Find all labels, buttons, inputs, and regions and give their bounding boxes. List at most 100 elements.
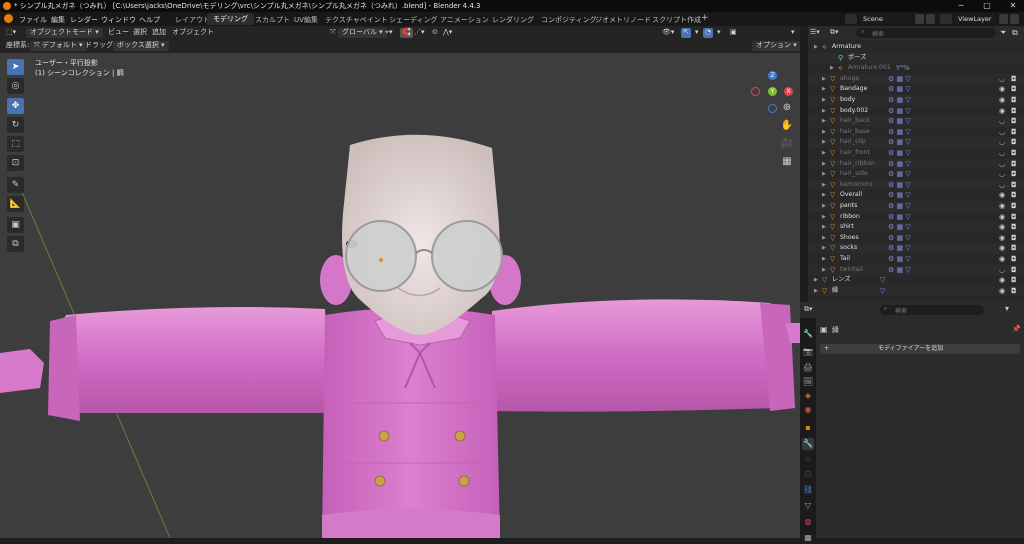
expand-arrow-icon[interactable]: ▶ bbox=[822, 233, 826, 243]
menu-window[interactable]: ウィンドウ bbox=[101, 15, 136, 25]
outliner-row[interactable]: ▶ ▽ hair_side ⚙ ▦ ▽ ◡ ◘ bbox=[808, 169, 1024, 180]
add-cube-tool[interactable]: ▣ bbox=[7, 217, 24, 233]
constraints-tab-icon[interactable]: ⛓ bbox=[802, 484, 814, 496]
outliner-editor-icon[interactable]: ☰▾ bbox=[810, 28, 820, 36]
expand-arrow-icon[interactable]: ▶ bbox=[822, 84, 826, 94]
render-camera-icon[interactable]: ◘ bbox=[1011, 116, 1017, 126]
display-mode-icon[interactable]: ⧉▾ bbox=[830, 28, 839, 37]
visibility-eye-icon[interactable]: ◡ bbox=[999, 127, 1005, 137]
expand-arrow-icon[interactable]: ▶ bbox=[822, 180, 826, 190]
gizmo-x[interactable]: X bbox=[784, 87, 793, 96]
expand-arrow-icon[interactable]: ▶ bbox=[822, 74, 826, 84]
particles-tab-icon[interactable]: ⁘ bbox=[802, 454, 814, 466]
outliner-row[interactable]: ▶ ▽ Bandage ⚙ ▦ ▽ ◉ ◘ bbox=[808, 84, 1024, 95]
outliner-row[interactable]: ▶ ▽ レンズ ▽ ◉ ◘ bbox=[808, 275, 1024, 286]
menu-view[interactable]: ビュー bbox=[106, 28, 131, 38]
outliner-row[interactable]: ▶ ▽ ribbon ⚙ ▦ ▽ ◉ ◘ bbox=[808, 212, 1024, 223]
menu-select[interactable]: 選択 bbox=[131, 28, 149, 38]
select-box-tool[interactable]: ➤ bbox=[7, 59, 24, 75]
properties-search-input[interactable]: ⌕ 検索 bbox=[880, 305, 984, 315]
expand-arrow-icon[interactable]: ▶ bbox=[822, 265, 826, 275]
measure-tool[interactable]: 📐 bbox=[7, 196, 24, 212]
add-modifier-button[interactable]: + モディファイアーを追加 bbox=[820, 344, 1020, 354]
expand-arrow-icon[interactable]: ▶ bbox=[822, 169, 826, 179]
pivot-icon[interactable]: ⌖▾ bbox=[383, 28, 394, 38]
expand-arrow-icon[interactable]: ▶ bbox=[822, 148, 826, 158]
data-tab-icon[interactable]: ▽ bbox=[802, 500, 814, 512]
expand-arrow-icon[interactable]: ▶ bbox=[814, 275, 818, 285]
new-collection-icon[interactable]: ⧉ bbox=[1012, 28, 1018, 38]
outliner-row[interactable]: ▶ ▽ kemomimi ⚙ ▦ ▽ ◡ ◘ bbox=[808, 179, 1024, 191]
tab-uv-editing[interactable]: UV編集 bbox=[294, 15, 318, 25]
outliner-row[interactable]: ▶ ▽ Tail ⚙ ▦ ▽ ◉ ◘ bbox=[808, 254, 1024, 265]
gizmo-z[interactable]: Z bbox=[768, 71, 777, 80]
object-tab-icon[interactable]: ▪ bbox=[802, 422, 814, 434]
render-camera-icon[interactable]: ◘ bbox=[1011, 233, 1017, 243]
render-camera-icon[interactable]: ◘ bbox=[1011, 243, 1017, 253]
outliner-row[interactable]: ▶ ⟡ Armature.001 Y⁴% bbox=[808, 63, 1024, 74]
area-divider[interactable] bbox=[800, 26, 808, 302]
render-camera-icon[interactable]: ◘ bbox=[1011, 127, 1017, 137]
menu-object[interactable]: オブジェクト bbox=[170, 28, 216, 38]
visibility-eye-icon[interactable]: ◡ bbox=[999, 74, 1005, 84]
snap-icon[interactable]: 🧲 bbox=[400, 28, 413, 38]
visibility-eye-icon[interactable]: ◉ bbox=[999, 222, 1005, 232]
3d-viewport[interactable]: ユーザー・平行投影 (1) シーンコレクション | 鋼 ➤ ◎ ✥ ↻ ⬚ ⊡ … bbox=[0, 53, 800, 538]
tab-shading[interactable]: シェーディング bbox=[389, 15, 438, 25]
visibility-eye-icon[interactable]: ◉ bbox=[999, 243, 1005, 253]
overlay-toggle-icon[interactable]: ◔ bbox=[703, 28, 714, 38]
outliner-row[interactable]: ▶ ▽ twintail ⚙ ▦ ▽ ◡ ◘ bbox=[808, 264, 1024, 276]
render-camera-icon[interactable]: ◘ bbox=[1011, 148, 1017, 158]
tab-texture-paint[interactable]: テクスチャペイント bbox=[325, 15, 388, 25]
menu-render[interactable]: レンダー bbox=[70, 15, 98, 25]
tab-modeling[interactable]: モデリング bbox=[207, 13, 254, 25]
shading-dropdown-icon[interactable]: ▾ bbox=[789, 28, 797, 38]
overlay-dropdown-icon[interactable]: ▾ bbox=[715, 28, 723, 38]
filter-icon[interactable]: ⏷ bbox=[1000, 28, 1006, 38]
visibility-eye-icon[interactable]: ◡ bbox=[999, 137, 1005, 147]
outliner-row[interactable]: ▶ ▽ pants ⚙ ▦ ▽ ◉ ◘ bbox=[808, 201, 1024, 212]
expand-arrow-icon[interactable]: ▶ bbox=[822, 254, 826, 264]
scene-new-icon[interactable] bbox=[915, 14, 924, 24]
outliner-row[interactable]: ▶ ▽ hair_clip ⚙ ▦ ▽ ◡ ◘ bbox=[808, 137, 1024, 148]
render-camera-icon[interactable]: ◘ bbox=[1011, 265, 1017, 275]
texture-tab-icon[interactable]: ▦ bbox=[802, 532, 814, 544]
blender-menu-icon[interactable] bbox=[4, 14, 13, 23]
render-camera-icon[interactable]: ◘ bbox=[1011, 159, 1017, 169]
coord-dropdown[interactable]: ⤧ デフォルト ▾ bbox=[30, 41, 87, 51]
outliner-row[interactable]: ▶ ▽ hair_ribbon ⚙ ▦ ▽ ◡ ◘ bbox=[808, 158, 1024, 170]
expand-arrow-icon[interactable]: ▶ bbox=[822, 222, 826, 232]
menu-file[interactable]: ファイル bbox=[19, 15, 47, 25]
render-camera-icon[interactable]: ◘ bbox=[1011, 222, 1017, 232]
gizmo-neg-z[interactable] bbox=[768, 104, 777, 113]
visibility-eye-icon[interactable]: ◡ bbox=[999, 265, 1005, 275]
modifier-tab-icon[interactable]: 🔧 bbox=[802, 438, 814, 450]
visibility-eye-icon[interactable]: ◡ bbox=[999, 116, 1005, 126]
zoom-icon[interactable]: ⊕ bbox=[779, 101, 795, 115]
expand-arrow-icon[interactable]: ▶ bbox=[822, 127, 826, 137]
outliner-row[interactable]: ▶ ▽ hair_base ⚙ ▦ ▽ ◡ ◘ bbox=[808, 127, 1024, 138]
menu-edit[interactable]: 編集 bbox=[51, 15, 65, 25]
render-camera-icon[interactable]: ◘ bbox=[1011, 190, 1017, 200]
visibility-eye-icon[interactable]: ◉ bbox=[999, 212, 1005, 222]
visibility-eye-icon[interactable]: ◉ bbox=[999, 190, 1005, 200]
outliner-row[interactable]: ▶ ▽ 縁 ▽ ◉ ◘ bbox=[808, 285, 1024, 297]
gizmo-toggle-icon[interactable]: ⇱ bbox=[681, 28, 691, 38]
expand-arrow-icon[interactable]: ▶ bbox=[822, 106, 826, 116]
transform-tool[interactable]: ⊡ bbox=[7, 155, 24, 171]
menu-add[interactable]: 追加 bbox=[150, 28, 168, 38]
render-camera-icon[interactable]: ◘ bbox=[1011, 254, 1017, 264]
expand-arrow-icon[interactable]: ▶ bbox=[822, 190, 826, 200]
annotate-tool[interactable]: ✎ bbox=[7, 177, 24, 193]
render-camera-icon[interactable]: ◘ bbox=[1011, 212, 1017, 222]
scale-tool[interactable]: ⬚ bbox=[7, 136, 24, 152]
tab-sculpt[interactable]: スカルプト bbox=[255, 15, 290, 25]
scene-tab-icon[interactable]: ◈ bbox=[802, 390, 814, 402]
gizmo-y[interactable]: Y bbox=[768, 87, 777, 96]
expand-arrow-icon[interactable]: ▶ bbox=[814, 42, 818, 52]
tab-compositing[interactable]: コンポジティング bbox=[541, 15, 597, 25]
gizmo-dropdown-icon[interactable]: ▾ bbox=[693, 28, 701, 38]
visibility-eye-icon[interactable]: ◉ bbox=[999, 95, 1005, 105]
render-camera-icon[interactable]: ◘ bbox=[1011, 84, 1017, 94]
visibility-eye-icon[interactable]: ◡ bbox=[999, 159, 1005, 169]
